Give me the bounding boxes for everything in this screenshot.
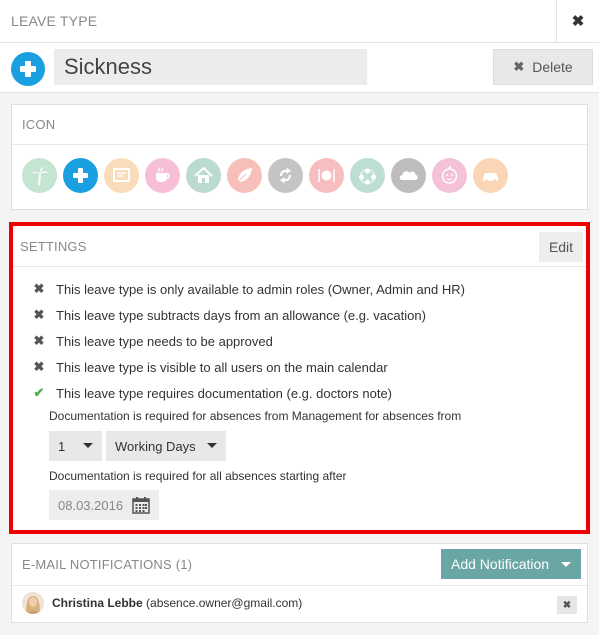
- leave-type-name-input[interactable]: Sickness: [54, 49, 367, 85]
- chevron-down-icon: [83, 443, 93, 448]
- day-unit-select[interactable]: Working Days: [106, 431, 226, 461]
- rule-admin-only: ✖ This leave type is only available to a…: [33, 281, 465, 297]
- baby-icon[interactable]: [432, 158, 467, 193]
- home-icon[interactable]: [186, 158, 221, 193]
- notifications-header: E-MAIL NOTIFICATIONS (1) Add Notificatio…: [12, 544, 587, 586]
- notification-recipient-row: Christina Lebbe (absence.owner@gmail.com…: [12, 586, 587, 622]
- rule-text: This leave type is visible to all users …: [56, 359, 388, 375]
- rule-needs-approval: ✖ This leave type needs to be approved: [33, 333, 273, 349]
- remove-recipient-button[interactable]: ✖: [557, 596, 577, 614]
- doc-all-label: Documentation is required for all absenc…: [49, 469, 347, 483]
- cross-icon: ✖: [33, 307, 45, 322]
- avatar: [22, 592, 44, 614]
- cross-icon: ✖: [33, 281, 45, 296]
- dialog-header: LEAVE TYPE ✖: [0, 0, 599, 43]
- add-notification-label: Add Notification: [451, 556, 550, 572]
- close-icon: ✖: [562, 599, 572, 611]
- day-count-value: 1: [58, 438, 66, 454]
- chevron-down-icon: [561, 562, 571, 567]
- car-icon[interactable]: [473, 158, 508, 193]
- selected-icon-button[interactable]: [11, 52, 45, 86]
- delete-button[interactable]: ✖ Delete: [493, 49, 593, 85]
- leave-type-name-bar: Sickness ✖ Delete: [0, 43, 599, 93]
- chevron-down-icon: [207, 443, 217, 448]
- edit-settings-button[interactable]: Edit: [539, 232, 583, 262]
- dining-icon[interactable]: [309, 158, 344, 193]
- check-icon: ✔: [33, 385, 45, 400]
- medical-cross-icon: [20, 61, 36, 77]
- palm-tree-icon[interactable]: [22, 158, 57, 193]
- settings-panel: SETTINGS Edit ✖ This leave type is only …: [9, 222, 590, 534]
- doc-required-label: Documentation is required for absences f…: [49, 409, 462, 423]
- cross-icon: ✖: [33, 359, 45, 374]
- cross-icon: ✖: [33, 333, 45, 348]
- rule-text: This leave type is only available to adm…: [56, 281, 465, 297]
- group-icon[interactable]: [350, 158, 385, 193]
- close-button[interactable]: ✖: [556, 0, 599, 42]
- rule-subtracts-allowance: ✖ This leave type subtracts days from an…: [33, 307, 426, 323]
- recipient-name: Christina Lebbe: [52, 596, 143, 610]
- dialog-title: LEAVE TYPE: [11, 13, 98, 29]
- settings-title: SETTINGS: [20, 239, 87, 254]
- sync-icon[interactable]: [268, 158, 303, 193]
- leaf-icon[interactable]: [227, 158, 262, 193]
- icon-picker: [22, 158, 508, 193]
- rule-text: This leave type needs to be approved: [56, 333, 273, 349]
- close-icon: ✖: [571, 13, 585, 30]
- rule-visible-on-calendar: ✖ This leave type is visible to all user…: [33, 359, 388, 375]
- recipient-text: Christina Lebbe (absence.owner@gmail.com…: [52, 596, 302, 610]
- email-notifications-panel: E-MAIL NOTIFICATIONS (1) Add Notificatio…: [11, 543, 588, 623]
- day-count-select[interactable]: 1: [49, 431, 102, 461]
- icon-panel: ICON: [11, 104, 588, 210]
- notifications-title: E-MAIL NOTIFICATIONS (1): [22, 557, 193, 572]
- icon-panel-title: ICON: [12, 105, 587, 145]
- settings-header: SETTINGS Edit: [13, 226, 586, 267]
- rule-requires-documentation: ✔ This leave type requires documentation…: [33, 385, 392, 401]
- certificate-icon[interactable]: [104, 158, 139, 193]
- cloud-icon[interactable]: [391, 158, 426, 193]
- rule-text: This leave type requires documentation (…: [56, 385, 393, 401]
- delete-icon: ✖: [513, 59, 525, 74]
- rule-text: This leave type subtracts days from an a…: [56, 307, 426, 323]
- start-date-value: 08.03.2016: [58, 497, 124, 513]
- add-notification-button[interactable]: Add Notification: [441, 549, 581, 579]
- recipient-email: (absence.owner@gmail.com): [146, 596, 303, 610]
- coffee-icon[interactable]: [145, 158, 180, 193]
- day-unit-value: Working Days: [115, 438, 196, 454]
- medical-cross-icon[interactable]: [63, 158, 98, 193]
- calendar-icon[interactable]: [132, 496, 150, 514]
- start-date-input[interactable]: 08.03.2016: [49, 490, 159, 520]
- delete-label: Delete: [532, 59, 573, 75]
